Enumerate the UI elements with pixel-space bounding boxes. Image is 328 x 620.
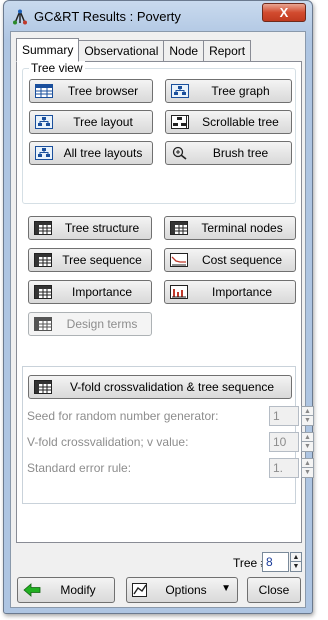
- tree-browser-label: Tree browser: [67, 84, 139, 98]
- tree-sequence-label: Tree sequence: [62, 253, 142, 267]
- client-area: Summary Observational Node Report Tree v…: [10, 31, 314, 608]
- scrollable-tree-label: Scrollable tree: [202, 115, 279, 129]
- spreadsheet-icon: [34, 253, 52, 267]
- brush-tree-label: Brush tree: [212, 146, 269, 160]
- cost-sequence-label: Cost sequence: [201, 253, 283, 267]
- se-rule-label: Standard error rule:: [27, 461, 132, 475]
- stepper-up-icon[interactable]: ▲: [302, 407, 313, 416]
- bar-graph-icon: [170, 285, 188, 299]
- tree-number-input[interactable]: 8: [262, 552, 289, 572]
- seed-row: Seed for random number generator: 1 ▲ ▼: [27, 405, 314, 427]
- summary-panel: Tree view Tree browser Tree graph Tree l…: [16, 61, 314, 543]
- spreadsheet-icon: [34, 285, 52, 299]
- tab-node[interactable]: Node: [164, 40, 205, 62]
- brush-tree-icon: [171, 146, 189, 160]
- tree-app-icon: [12, 9, 28, 25]
- tab-observational[interactable]: Observational: [79, 40, 165, 62]
- tree-structure-button[interactable]: Tree structure: [28, 216, 152, 240]
- terminal-nodes-button[interactable]: Terminal nodes: [164, 216, 296, 240]
- design-terms-label: Design terms: [66, 317, 138, 331]
- seed-input[interactable]: 1: [269, 406, 299, 426]
- tab-report[interactable]: Report: [204, 40, 252, 62]
- spreadsheet-icon: [34, 221, 52, 235]
- stepper-down-icon[interactable]: ▼: [302, 416, 313, 425]
- importance-spreadsheet-button[interactable]: Importance: [28, 280, 152, 304]
- window-close-button[interactable]: X: [262, 3, 306, 22]
- importance-graph-label: Importance: [211, 285, 273, 299]
- modify-label: Modify: [60, 583, 96, 597]
- seed-label: Seed for random number generator:: [27, 409, 219, 423]
- se-rule-input[interactable]: 1.: [269, 458, 299, 478]
- results-dialog: GC&RT Results : Poverty X Summary Observ…: [3, 0, 314, 614]
- scrollable-tree-button[interactable]: Scrollable tree: [165, 110, 292, 134]
- vfold-crossvalidation-label: V-fold crossvalidation & tree sequence: [69, 380, 275, 394]
- all-tree-layouts-button[interactable]: All tree layouts: [29, 141, 153, 165]
- tree-browser-button[interactable]: Tree browser: [29, 79, 153, 103]
- tree-graph-label: Tree graph: [211, 84, 270, 98]
- tree-view-group-label: Tree view: [29, 61, 85, 75]
- v-value-stepper[interactable]: ▲ ▼: [301, 432, 314, 452]
- vfold-section: V-fold crossvalidation & tree sequence S…: [22, 366, 314, 504]
- tree-sequence-button[interactable]: Tree sequence: [28, 248, 152, 272]
- dropdown-arrow-icon: ▼: [221, 583, 231, 594]
- tree-layout-icon: [35, 115, 53, 129]
- all-tree-layouts-icon: [35, 146, 53, 160]
- tree-view-group: Tree view Tree browser Tree graph Tree l…: [22, 61, 296, 204]
- tree-graph-icon: [171, 84, 189, 98]
- brush-tree-button[interactable]: Brush tree: [165, 141, 292, 165]
- tab-summary[interactable]: Summary: [16, 38, 80, 62]
- importance-graph-button[interactable]: Importance: [164, 280, 296, 304]
- cost-sequence-button[interactable]: Cost sequence: [164, 248, 296, 272]
- spreadsheet-icon: [170, 221, 188, 235]
- spreadsheet-icon: [34, 380, 52, 394]
- stepper-up-icon[interactable]: ▲: [302, 459, 313, 468]
- scrollable-tree-icon: [171, 115, 189, 129]
- options-label: Options: [165, 583, 207, 597]
- v-value-row: V-fold crossvalidation; v value: 10 ▲ ▼: [27, 431, 314, 453]
- options-button[interactable]: Options ▼: [126, 577, 238, 603]
- back-arrow-icon: [23, 583, 41, 597]
- importance-spreadsheet-label: Importance: [71, 285, 133, 299]
- seed-stepper[interactable]: ▲ ▼: [301, 406, 314, 426]
- v-value-label: V-fold crossvalidation; v value:: [27, 435, 189, 449]
- stepper-down-icon[interactable]: ▼: [302, 442, 313, 451]
- design-terms-button[interactable]: Design terms: [28, 312, 152, 336]
- tab-strip: Summary Observational Node Report: [16, 38, 252, 62]
- tree-layout-label: Tree layout: [73, 115, 133, 129]
- v-value-input[interactable]: 10: [269, 432, 299, 452]
- tree-number-stepper[interactable]: ▲ ▼: [290, 552, 302, 572]
- se-rule-row: Standard error rule: 1. ▲ ▼: [27, 457, 314, 479]
- tree-graph-button[interactable]: Tree graph: [165, 79, 292, 103]
- cost-graph-icon: [170, 253, 188, 267]
- close-button[interactable]: Close: [247, 577, 301, 603]
- close-label: Close: [258, 583, 290, 597]
- se-rule-stepper[interactable]: ▲ ▼: [301, 458, 314, 478]
- spreadsheet-icon: [34, 317, 52, 331]
- terminal-nodes-label: Terminal nodes: [201, 221, 283, 235]
- stepper-up-icon[interactable]: ▲: [291, 553, 301, 562]
- stepper-up-icon[interactable]: ▲: [302, 433, 313, 442]
- title-bar[interactable]: GC&RT Results : Poverty X: [4, 1, 312, 31]
- tree-browser-icon: [35, 84, 53, 98]
- tree-layout-button[interactable]: Tree layout: [29, 110, 153, 134]
- vfold-crossvalidation-button[interactable]: V-fold crossvalidation & tree sequence: [28, 375, 292, 399]
- all-tree-layouts-label: All tree layouts: [63, 146, 143, 160]
- stepper-down-icon[interactable]: ▼: [291, 562, 301, 571]
- stepper-down-icon[interactable]: ▼: [302, 468, 313, 477]
- window-title: GC&RT Results : Poverty: [34, 9, 181, 24]
- tree-structure-label: Tree structure: [64, 221, 140, 235]
- modify-button[interactable]: Modify: [17, 577, 115, 603]
- options-chart-icon: [132, 583, 150, 597]
